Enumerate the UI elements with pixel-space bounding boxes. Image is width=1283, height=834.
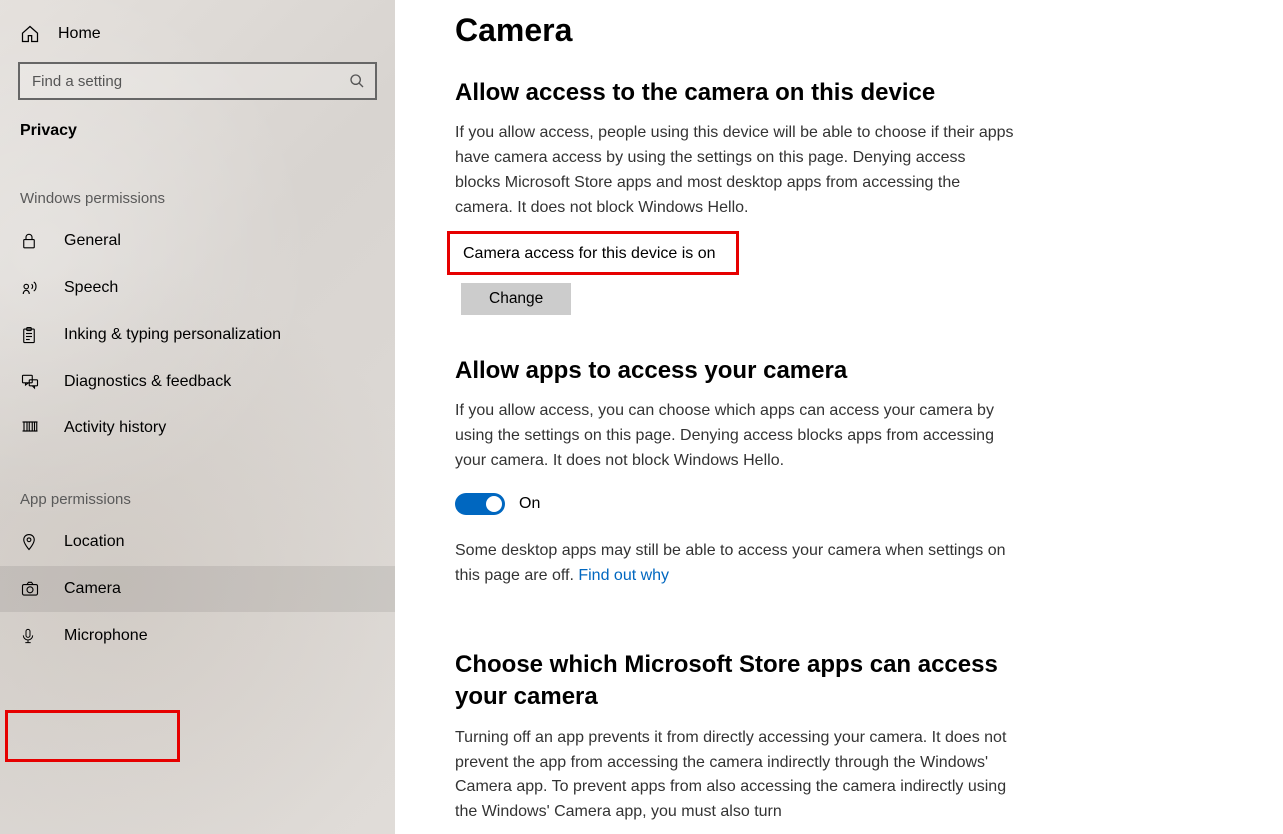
section-heading-app-access: Allow apps to access your camera <box>455 355 1243 387</box>
page-title: Camera <box>455 12 1243 49</box>
desktop-apps-note: Some desktop apps may still be able to a… <box>455 539 1015 589</box>
section-heading-device-access: Allow access to the camera on this devic… <box>455 77 1243 109</box>
sidebar-item-label: General <box>64 232 121 250</box>
main-content: Camera Allow access to the camera on thi… <box>395 0 1283 834</box>
sidebar: Home Privacy Windows permissions General <box>0 0 395 834</box>
section-desc: Turning off an app prevents it from dire… <box>455 726 1015 825</box>
toggle-state-label: On <box>519 495 540 513</box>
home-icon <box>20 24 40 44</box>
sidebar-item-label: Speech <box>64 279 118 297</box>
sidebar-item-label: Location <box>64 533 125 551</box>
search-icon <box>349 73 365 89</box>
clipboard-icon <box>20 325 42 345</box>
feedback-icon <box>20 373 42 391</box>
sidebar-item-activity[interactable]: Activity history <box>0 405 395 451</box>
device-access-status: Camera access for this device is on <box>455 241 724 267</box>
section-desc: If you allow access, you can choose whic… <box>455 399 1015 473</box>
nav-home[interactable]: Home <box>0 18 395 62</box>
sidebar-item-label: Camera <box>64 580 121 598</box>
nav-home-label: Home <box>58 25 101 43</box>
location-icon <box>20 532 42 552</box>
sidebar-item-general[interactable]: General <box>0 217 395 265</box>
sidebar-item-microphone[interactable]: Microphone <box>0 612 395 660</box>
category-label: Privacy <box>0 122 395 170</box>
section-header-apps: App permissions <box>0 451 395 518</box>
toggle-knob <box>486 496 502 512</box>
section-header-windows: Windows permissions <box>0 170 395 217</box>
section-desc: If you allow access, people using this d… <box>455 121 1015 220</box>
search-field[interactable] <box>32 73 349 90</box>
microphone-icon <box>20 626 42 646</box>
sidebar-item-inking[interactable]: Inking & typing personalization <box>0 311 395 359</box>
camera-icon <box>20 580 42 598</box>
find-out-why-link[interactable]: Find out why <box>578 567 669 584</box>
annotation-highlight-camera <box>5 710 180 762</box>
sidebar-item-location[interactable]: Location <box>0 518 395 566</box>
sidebar-item-label: Microphone <box>64 627 148 645</box>
sidebar-item-label: Activity history <box>64 419 166 437</box>
lock-icon <box>20 231 42 251</box>
speech-icon <box>20 279 42 297</box>
sidebar-item-label: Inking & typing personalization <box>64 326 281 344</box>
section-heading-store-apps: Choose which Microsoft Store apps can ac… <box>455 649 1015 714</box>
sidebar-item-diagnostics[interactable]: Diagnostics & feedback <box>0 359 395 405</box>
sidebar-item-speech[interactable]: Speech <box>0 265 395 311</box>
change-button[interactable]: Change <box>461 283 571 315</box>
sidebar-item-camera[interactable]: Camera <box>0 566 395 612</box>
app-access-toggle[interactable] <box>455 493 505 515</box>
sidebar-item-label: Diagnostics & feedback <box>64 373 231 391</box>
search-input[interactable] <box>18 62 377 100</box>
activity-icon <box>20 419 42 437</box>
